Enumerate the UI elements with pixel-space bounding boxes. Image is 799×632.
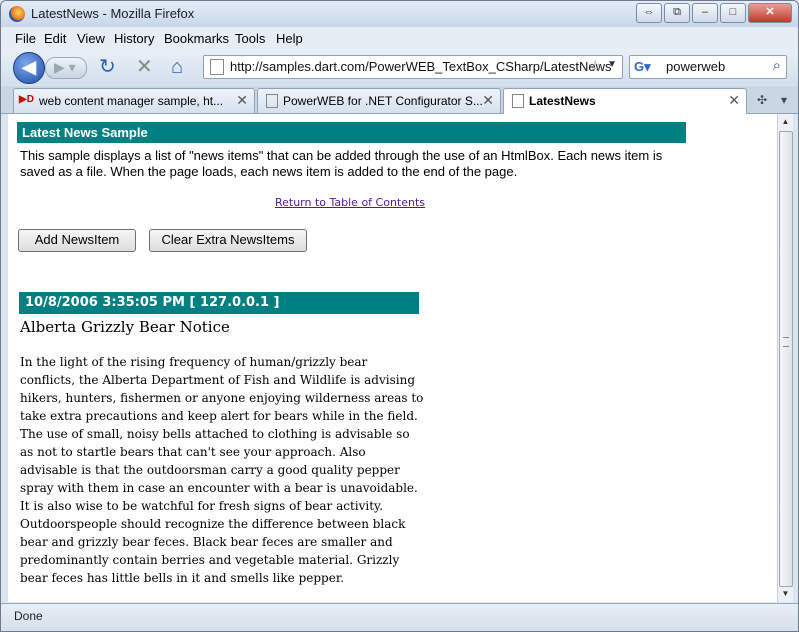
stop-icon[interactable]: ✕ [136, 57, 153, 77]
clear-extra-newsitems-button[interactable]: Clear Extra NewsItems [149, 229, 307, 252]
menu-bar: File Edit View History Bookmarks Tools H… [1, 27, 798, 49]
status-bar: Done [1, 603, 798, 631]
vertical-scrollbar[interactable]: ▲ ▼ [777, 114, 793, 602]
dart-icon: ▶D [19, 94, 34, 105]
close-icon[interactable]: ✕ [728, 92, 740, 109]
return-to-toc-link[interactable]: Return to Table of Contents [8, 196, 692, 209]
menu-edit[interactable]: Edit [44, 31, 66, 46]
window-title: LatestNews - Mozilla Firefox [31, 6, 195, 21]
navigation-toolbar: ▶ ▾ ◀ ↻ ✕ ⌂ http://samples.dart.com/Powe… [1, 49, 798, 85]
close-icon[interactable]: ✕ [482, 92, 494, 109]
search-input[interactable]: G▾ powerweb ⌕ [629, 55, 787, 79]
menu-help[interactable]: Help [276, 31, 303, 46]
page-banner: Latest News Sample [17, 122, 686, 143]
minimize-button[interactable]: – [692, 3, 718, 23]
close-icon[interactable]: ✕ [236, 92, 248, 109]
url-text: http://samples.dart.com/PowerWEB_TextBox… [230, 59, 612, 74]
title-bar: LatestNews - Mozilla Firefox ⇔ ⧉ – □ ✕ [1, 1, 798, 27]
firefox-icon [9, 6, 25, 22]
tab-bar: ▶D web content manager sample, ht... ✕ P… [1, 86, 798, 114]
status-text: Done [14, 609, 43, 623]
close-button[interactable]: ✕ [748, 3, 792, 23]
back-icon[interactable]: ◀ [13, 52, 45, 84]
menu-file[interactable]: File [15, 31, 36, 46]
intro-text: This sample displays a list of "news ite… [20, 148, 663, 179]
menu-bookmarks[interactable]: Bookmarks [164, 31, 229, 46]
scroll-thumb[interactable] [779, 131, 793, 587]
scroll-up-icon[interactable]: ▲ [778, 114, 793, 130]
url-bar[interactable]: http://samples.dart.com/PowerWEB_TextBox… [203, 55, 623, 79]
menu-history[interactable]: History [114, 31, 154, 46]
tab-powerweb-configurator[interactable]: PowerWEB for .NET Configurator S... ✕ [257, 88, 501, 113]
scroll-down-icon[interactable]: ▼ [778, 586, 793, 602]
menu-tools[interactable]: Tools [235, 31, 265, 46]
star-icon[interactable]: ☆ [589, 57, 602, 75]
browser-window: LatestNews - Mozilla Firefox ⇔ ⧉ – □ ✕ F… [0, 0, 799, 632]
restore-icon[interactable]: ⧉ [664, 3, 690, 23]
page-icon [210, 59, 224, 75]
maximize-button[interactable]: □ [720, 3, 746, 23]
add-newsitem-button[interactable]: Add NewsItem [18, 229, 136, 252]
new-tab-icon[interactable]: ✣ [753, 90, 771, 110]
menu-view[interactable]: View [77, 31, 105, 46]
search-value: powerweb [666, 59, 726, 74]
news-item-body: In the light of the rising frequency of … [20, 355, 424, 585]
news-item-title: Alberta Grizzly Bear Notice [20, 318, 230, 336]
reload-icon[interactable]: ↻ [99, 57, 116, 77]
home-icon[interactable]: ⌂ [171, 57, 183, 77]
page-icon [266, 94, 278, 108]
search-icon[interactable]: ⌕ [773, 57, 781, 74]
page-content: Latest News Sample This sample displays … [8, 114, 777, 602]
tab-latestnews[interactable]: LatestNews ✕ [503, 88, 747, 114]
page-icon [512, 94, 524, 108]
chevron-down-icon[interactable]: ▾ [775, 90, 793, 110]
tab-web-content-manager[interactable]: ▶D web content manager sample, ht... ✕ [13, 88, 255, 113]
chevron-down-icon[interactable]: ▼ [607, 59, 617, 70]
forward-icon[interactable]: ▶ ▾ [45, 57, 87, 79]
google-icon[interactable]: G▾ [634, 59, 651, 75]
news-item-header: 10/8/2006 3:35:05 PM [ 127.0.0.1 ] [19, 292, 419, 314]
resize-icon[interactable]: ⇔ [636, 3, 662, 23]
